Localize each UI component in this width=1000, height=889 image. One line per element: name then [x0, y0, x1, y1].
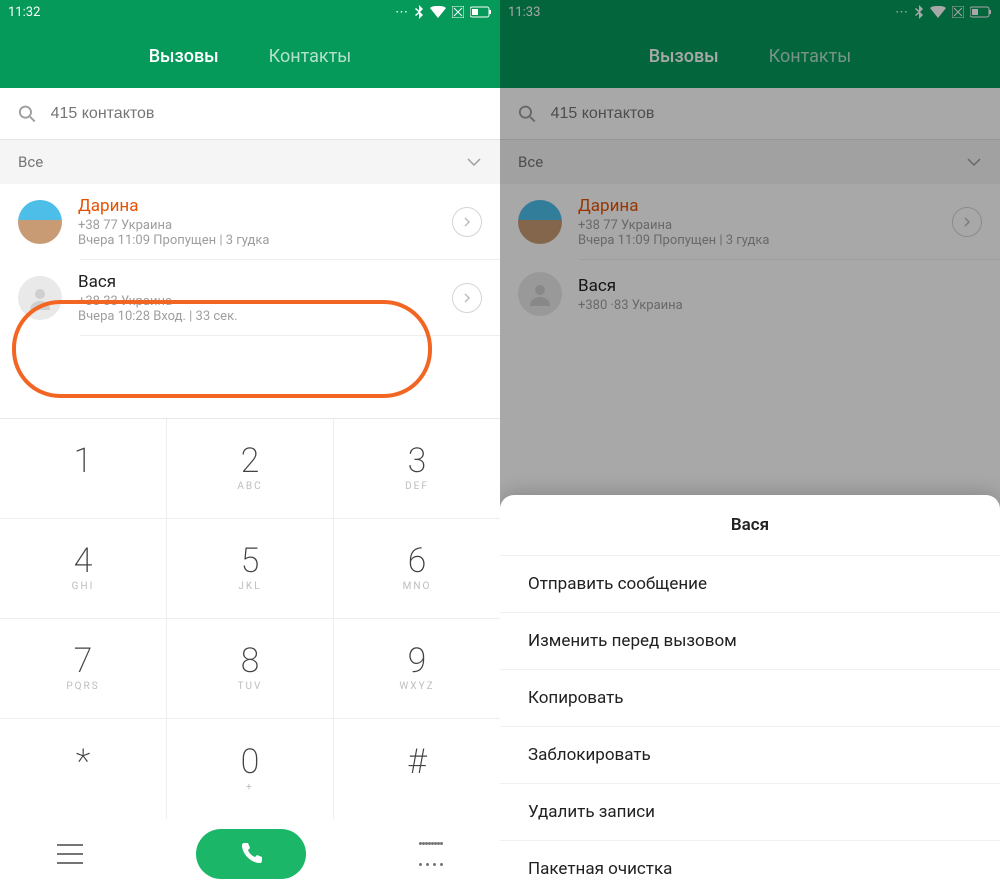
tab-contacts[interactable]: Контакты — [269, 46, 352, 67]
call-name: Вася — [78, 272, 452, 292]
avatar — [18, 276, 62, 320]
dialkey-5[interactable]: 5JKL — [167, 519, 334, 619]
tab-calls[interactable]: Вызовы — [149, 46, 219, 67]
call-name: Дарина — [78, 196, 452, 216]
call-button[interactable] — [196, 829, 306, 879]
avatar — [18, 200, 62, 244]
call-meta: Вчера 11:09 Пропущен | 3 гудка — [78, 233, 452, 248]
status-bar: 11:32 ⋯ — [0, 0, 500, 24]
battery-icon — [470, 6, 492, 18]
menu-icon[interactable] — [57, 844, 83, 864]
dialkey-6[interactable]: 6MNO — [334, 519, 500, 619]
menu-delete-records[interactable]: Удалить записи — [500, 783, 1000, 840]
person-icon — [26, 284, 54, 312]
nosim-icon — [452, 6, 464, 18]
call-phone: +38 77 Украина — [78, 218, 452, 233]
dialkey-9[interactable]: 9WXYZ — [334, 619, 500, 719]
dialkey-star[interactable]: * — [0, 719, 167, 819]
menu-send-message[interactable]: Отправить сообщение — [500, 555, 1000, 612]
menu-batch-cleanup[interactable]: Пакетная очистка — [500, 840, 1000, 889]
bluetooth-icon — [414, 5, 424, 19]
detail-button[interactable] — [452, 283, 482, 313]
phone-screen-left: 11:32 ⋯ Вызовы Контакты Все Дарина +38 7… — [0, 0, 500, 889]
dialkey-3[interactable]: 3DEF — [334, 419, 500, 519]
dialkey-4[interactable]: 4GHI — [0, 519, 167, 619]
call-item[interactable]: Дарина +38 77 Украина Вчера 11:09 Пропущ… — [0, 184, 500, 260]
chevron-down-icon — [466, 157, 482, 167]
call-phone: +38 33 Украина — [78, 294, 452, 309]
filter-bar[interactable]: Все — [0, 140, 500, 184]
detail-button[interactable] — [452, 207, 482, 237]
dialkey-hash[interactable]: # — [334, 719, 500, 819]
dialkey-8[interactable]: 8TUV — [167, 619, 334, 719]
divider — [80, 335, 500, 336]
phone-screen-right: 11:33 ⋯ Вызовы Контакты Все Дарина +38 7… — [500, 0, 1000, 889]
call-item[interactable]: Вася +38 33 Украина Вчера 10:28 Вход. | … — [0, 260, 500, 336]
call-info: Вася +38 33 Украина Вчера 10:28 Вход. | … — [78, 272, 452, 324]
call-meta: Вчера 10:28 Вход. | 33 сек. — [78, 309, 452, 324]
context-title: Вася — [500, 495, 1000, 555]
call-list: Дарина +38 77 Украина Вчера 11:09 Пропущ… — [0, 184, 500, 336]
wifi-icon — [430, 6, 446, 18]
context-menu: Вася Отправить сообщение Изменить перед … — [500, 495, 1000, 889]
status-time: 11:32 — [8, 5, 395, 20]
search-icon — [18, 104, 37, 124]
chevron-right-icon — [463, 292, 471, 304]
menu-edit-before-call[interactable]: Изменить перед вызовом — [500, 612, 1000, 669]
dots-icon: ⋯ — [395, 5, 408, 20]
chevron-right-icon — [463, 216, 471, 228]
tab-header: Вызовы Контакты — [0, 24, 500, 88]
call-info: Дарина +38 77 Украина Вчера 11:09 Пропущ… — [78, 196, 452, 248]
menu-copy[interactable]: Копировать — [500, 669, 1000, 726]
status-icons: ⋯ — [395, 5, 492, 20]
dialpad: 1 2ABC 3DEF 4GHI 5JKL 6MNO 7PQRS 8TUV 9W… — [0, 418, 500, 819]
menu-block[interactable]: Заблокировать — [500, 726, 1000, 783]
search-bar[interactable] — [0, 88, 500, 140]
dialkey-2[interactable]: 2ABC — [167, 419, 334, 519]
dialkey-1[interactable]: 1 — [0, 419, 167, 519]
filter-label: Все — [18, 153, 43, 171]
search-input[interactable] — [51, 105, 482, 123]
bottom-bar — [0, 819, 500, 889]
dialpad-icon[interactable] — [419, 842, 443, 866]
dialkey-7[interactable]: 7PQRS — [0, 619, 167, 719]
phone-icon — [238, 841, 264, 867]
dialkey-0[interactable]: 0+ — [167, 719, 334, 819]
